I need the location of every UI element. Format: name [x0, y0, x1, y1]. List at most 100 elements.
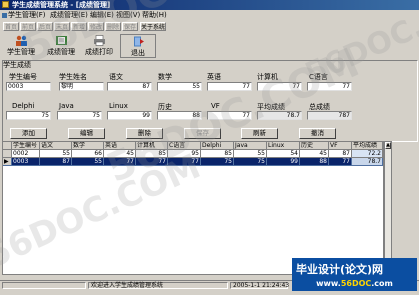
new-button[interactable]: 新增: [71, 22, 87, 31]
label-delphi: Delphi: [12, 102, 35, 110]
printer-icon: [93, 35, 105, 46]
menu-icon: [2, 12, 7, 18]
student-manage-button[interactable]: 学生管理: [2, 34, 40, 58]
window-title: 学生成绩管理系统 - [成绩管理]: [12, 1, 111, 9]
table-cell: 87: [40, 158, 72, 166]
next-button[interactable]: 后页: [37, 22, 53, 31]
score-manage-button[interactable]: 成绩管理: [42, 34, 80, 58]
col-header[interactable]: VF: [329, 142, 352, 150]
table-cell: 85: [136, 150, 168, 158]
app-icon: [2, 1, 9, 8]
refresh-button[interactable]: 刷新: [241, 128, 278, 139]
math-field[interactable]: 55: [157, 82, 202, 91]
table-cell: 55: [40, 150, 72, 158]
sname-field[interactable]: 黎明: [59, 82, 104, 91]
table-cell: 99: [267, 158, 300, 166]
exit-button[interactable]: 退出: [120, 34, 156, 58]
col-header[interactable]: Java: [234, 142, 267, 150]
menu-help[interactable]: 帮助(H): [142, 10, 167, 20]
java-field[interactable]: 75: [57, 111, 102, 120]
title-bar: 学生成绩管理系统 - [成绩管理]: [0, 0, 419, 10]
add-button[interactable]: 添加: [10, 128, 47, 139]
score-print-button[interactable]: 成绩打印: [81, 34, 117, 58]
col-header[interactable]: 数学: [72, 142, 104, 150]
table-cell: 77: [329, 158, 352, 166]
grid-scrollbar[interactable]: ▲ ▼: [384, 141, 392, 275]
sno-field[interactable]: 0003: [6, 82, 51, 91]
table-cell: 72.2: [352, 150, 383, 158]
table-cell: 88: [300, 158, 329, 166]
label-vf: VF: [211, 102, 220, 110]
label-sno: 学生编号: [9, 73, 37, 81]
row-indicator: [3, 150, 12, 158]
site-banner: 毕业设计(论文)网 www.56DOC.com: [292, 258, 417, 291]
menu-edit[interactable]: 编辑(E): [90, 10, 114, 20]
icon-toolbar: 学生管理 成绩管理 成绩打印 退出: [0, 33, 419, 60]
status-welcome: 欢迎进入学生成绩管理系统: [88, 282, 228, 289]
col-header[interactable]: Linux: [267, 142, 300, 150]
label-chinese: 语文: [109, 73, 123, 81]
delete-button[interactable]: 删除: [126, 128, 163, 139]
col-header[interactable]: 平均成绩: [352, 142, 383, 150]
table-cell: 55: [234, 150, 267, 158]
label-english: 英语: [207, 73, 221, 81]
menu-score[interactable]: 成绩管理(E): [50, 10, 88, 20]
col-header[interactable]: 学生编号: [12, 142, 40, 150]
people-icon: [15, 35, 27, 46]
first-button[interactable]: 首页: [3, 22, 19, 31]
table-cell: 75: [201, 158, 234, 166]
label-sname: 学生姓名: [59, 73, 87, 81]
delphi-field[interactable]: 75: [6, 111, 51, 120]
col-header[interactable]: 计算机: [136, 142, 168, 150]
table-cell: 55: [72, 158, 104, 166]
chinese-field[interactable]: 87: [107, 82, 152, 91]
col-header[interactable]: 历史: [300, 142, 329, 150]
table-cell: 75: [234, 158, 267, 166]
table-cell: 0002: [12, 150, 40, 158]
table-cell: 45: [300, 150, 329, 158]
col-header[interactable]: Delphi: [201, 142, 234, 150]
vf-field[interactable]: 77: [207, 111, 252, 120]
save-small-button[interactable]: 保存: [122, 22, 138, 31]
computer-field[interactable]: 77: [257, 82, 302, 91]
scroll-up-icon[interactable]: ▲: [385, 142, 391, 149]
label-linux: Linux: [109, 102, 128, 110]
menu-view[interactable]: 视图(V): [116, 10, 140, 20]
save-button[interactable]: 保存: [184, 128, 221, 139]
table-row[interactable]: 0002 55 66 45 85 95 85 55 54 45 87 72.2: [3, 150, 383, 158]
status-panel: [2, 282, 86, 289]
last-button[interactable]: 末页: [54, 22, 70, 31]
col-header[interactable]: 语文: [40, 142, 72, 150]
edit-button[interactable]: 编辑: [68, 128, 105, 139]
status-time: 2005-1-1 21:24:43: [230, 282, 289, 289]
table-cell: 95: [168, 150, 201, 158]
table-cell: 0003: [12, 158, 40, 166]
table-cell: 66: [72, 150, 104, 158]
label-computer: 计算机: [257, 73, 278, 81]
menu-student[interactable]: 学生管理(F): [2, 10, 46, 20]
modify-button[interactable]: 修改: [88, 22, 104, 31]
clang-field[interactable]: 77: [307, 82, 352, 91]
table-cell: 77: [168, 158, 201, 166]
history-field[interactable]: 88: [157, 111, 202, 120]
about-button[interactable]: 关于系统: [140, 22, 166, 31]
table-cell: 45: [104, 150, 136, 158]
score-grid[interactable]: 学生编号 语文 数学 英语 计算机 C语言 Delphi Java Linux …: [2, 141, 384, 275]
prev-button[interactable]: 前页: [20, 22, 36, 31]
banner-url: www.56DOC.com: [316, 279, 393, 288]
linux-field[interactable]: 99: [107, 111, 152, 120]
menu-bar: 学生管理(F) 成绩管理(E) 编辑(E) 视图(V) 帮助(H): [0, 10, 419, 20]
label-java: Java: [59, 102, 74, 110]
delete-small-button[interactable]: 删除: [105, 22, 121, 31]
english-field[interactable]: 77: [207, 82, 252, 91]
banner-title: 毕业设计(论文)网: [296, 263, 384, 276]
grid-header: 学生编号 语文 数学 英语 计算机 C语言 Delphi Java Linux …: [3, 142, 383, 150]
table-row-selected[interactable]: ▶ 0003 87 55 77 77 77 75 75 99 88 77 78.…: [3, 158, 383, 166]
undo-button[interactable]: 撤消: [299, 128, 336, 139]
table-cell: 54: [267, 150, 300, 158]
col-header[interactable]: 英语: [104, 142, 136, 150]
notebook-icon: [55, 36, 67, 45]
col-header[interactable]: C语言: [168, 142, 201, 150]
table-cell: 77: [136, 158, 168, 166]
app-window: 学生成绩管理系统 - [成绩管理] 学生管理(F) 成绩管理(E) 编辑(E) …: [0, 0, 419, 295]
